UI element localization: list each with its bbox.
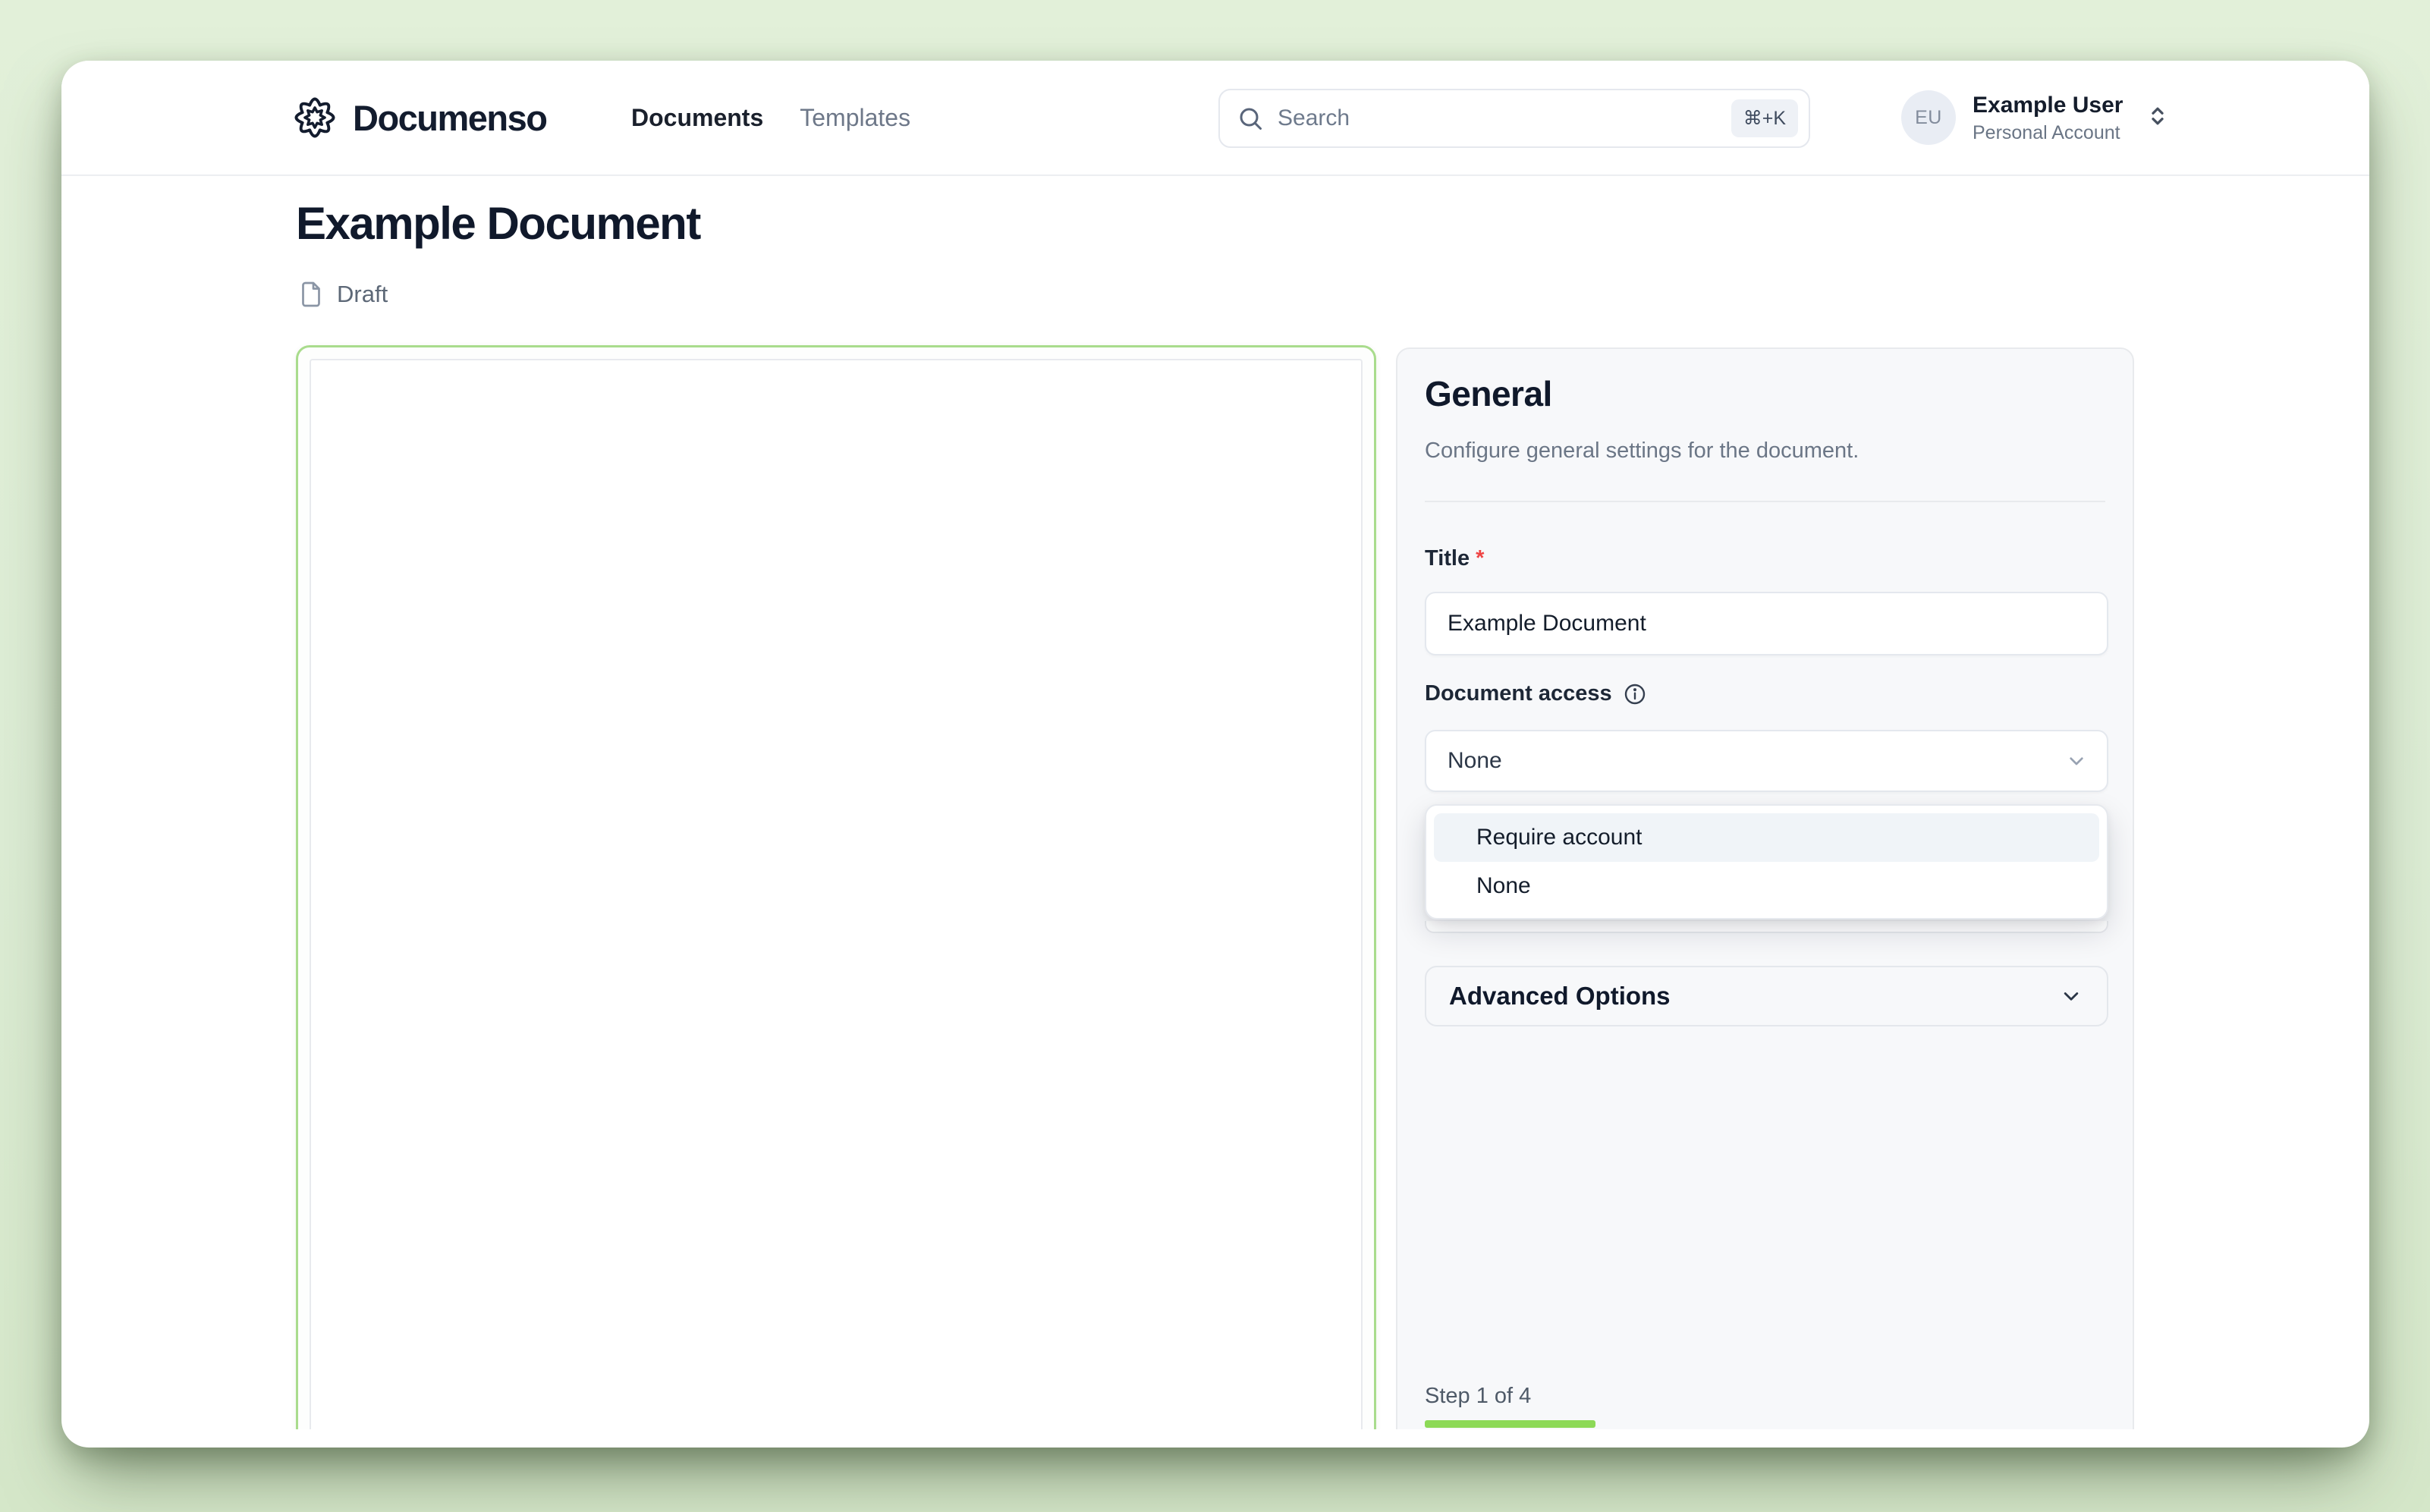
field-behind-dropdown	[1425, 921, 2108, 933]
title-field-label: Title *	[1425, 546, 1484, 571]
title-input[interactable]	[1425, 592, 2108, 655]
nav-item-documents[interactable]: Documents	[631, 104, 763, 132]
documenso-logo[interactable]: Documenso	[294, 61, 548, 174]
title-label-text: Title	[1425, 546, 1470, 571]
dropdown-option-none[interactable]: None	[1434, 862, 2099, 910]
document-preview-card	[296, 345, 1376, 1429]
document-access-dropdown: Require account None	[1425, 804, 2108, 919]
main-nav: Documents Templates	[631, 61, 910, 174]
required-asterisk: *	[1476, 546, 1485, 571]
search-bar[interactable]: ⌘+K	[1218, 89, 1810, 148]
nav-item-templates[interactable]: Templates	[800, 104, 910, 132]
top-navigation-bar: Documenso Documents Templates ⌘+K EU Exa…	[61, 61, 2369, 176]
document-access-label: Document access	[1425, 681, 1647, 706]
documenso-rosette-icon	[294, 97, 335, 138]
advanced-options-label: Advanced Options	[1449, 982, 1671, 1010]
dropdown-option-require-account[interactable]: Require account	[1434, 813, 2099, 862]
file-icon	[302, 281, 320, 307]
search-shortcut-badge: ⌘+K	[1731, 99, 1798, 137]
card-title: General	[1425, 374, 1552, 413]
app-window: Documenso Documents Templates ⌘+K EU Exa…	[61, 61, 2369, 1448]
user-name: Example User	[1973, 92, 2123, 118]
pdf-page	[310, 359, 1363, 1429]
document-access-label-text: Document access	[1425, 681, 1612, 706]
info-icon[interactable]	[1623, 682, 1647, 706]
chevron-down-icon	[2070, 757, 2083, 765]
avatar: EU	[1901, 90, 1956, 145]
document-status: Draft	[297, 281, 388, 308]
desktop-background: { "header": { "brand": "Documenso", "nav…	[0, 0, 2430, 1512]
chevrons-up-down-icon	[2144, 102, 2171, 134]
divider	[1425, 501, 2105, 502]
search-input[interactable]	[1264, 90, 1731, 146]
user-account-type: Personal Account	[1973, 121, 2120, 143]
general-settings-card: General Configure general settings for t…	[1396, 347, 2134, 1429]
search-icon	[1240, 108, 1262, 130]
card-description: Configure general settings for the docum…	[1425, 439, 1859, 463]
step-progress-bar	[1425, 1420, 1596, 1428]
brand-name: Documenso	[353, 97, 548, 138]
document-access-select[interactable]: None	[1425, 730, 2108, 792]
main-content: Example Document Draft General Configure…	[61, 176, 2369, 1429]
chevron-down-icon	[2064, 992, 2079, 1001]
page-title: Example Document	[296, 198, 701, 249]
step-indicator: Step 1 of 4	[1425, 1384, 1532, 1408]
status-badge: Draft	[337, 281, 388, 307]
user-names: Example User Personal Account	[1973, 92, 2123, 144]
step-progress-track	[1425, 1420, 2108, 1428]
selected-value: None	[1448, 748, 1502, 773]
advanced-options-toggle[interactable]: Advanced Options	[1425, 966, 2108, 1026]
account-menu-button[interactable]: EU Example User Personal Account	[1901, 61, 2171, 174]
